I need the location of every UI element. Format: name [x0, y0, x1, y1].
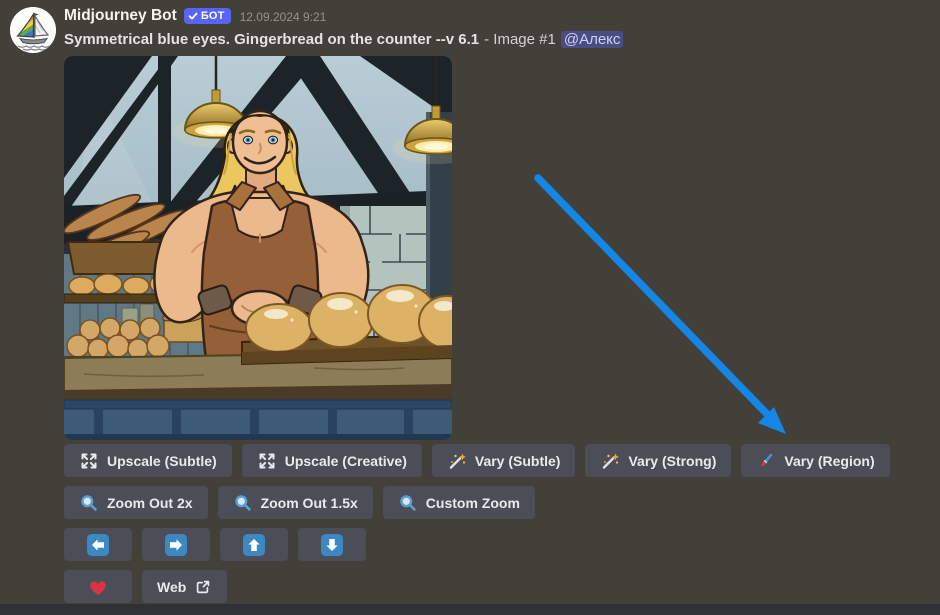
arrow-up-icon: [243, 533, 265, 556]
action-row-3: [64, 528, 924, 561]
web-button[interactable]: Web: [142, 570, 228, 603]
magnifier-icon: [400, 494, 416, 511]
button-label: Vary (Strong): [628, 452, 717, 469]
message-timestamp: 12.09.2024 9:21: [239, 10, 327, 24]
user-mention[interactable]: @Алекс: [560, 31, 624, 48]
action-row-4: Web: [64, 570, 924, 603]
message-header: Midjourney Bot БОТ 12.09.2024 9:21: [64, 5, 924, 27]
button-label: Upscale (Subtle): [107, 452, 217, 469]
magic-wand-icon: [449, 453, 466, 469]
button-label: Zoom Out 2x: [107, 494, 193, 511]
upscale-icon: [81, 453, 97, 468]
pan-left-button[interactable]: [64, 528, 132, 561]
upscale-creative-button[interactable]: Upscale (Creative): [241, 444, 422, 477]
favorite-button[interactable]: [64, 570, 132, 603]
bot-message: Midjourney Bot БОТ 12.09.2024 9:21 Symme…: [10, 5, 910, 603]
zoom-out-1-5x-button[interactable]: Zoom Out 1.5x: [217, 486, 373, 519]
pan-up-button[interactable]: [220, 528, 288, 561]
button-label: Upscale (Creative): [284, 452, 407, 469]
midjourney-avatar[interactable]: [10, 7, 56, 53]
prompt-text: Symmetrical blue eyes. Gingerbread on th…: [64, 31, 480, 48]
discord-chat-area: Midjourney Bot БОТ 12.09.2024 9:21 Symme…: [0, 0, 940, 615]
external-link-icon: [197, 580, 210, 593]
prompt-line: Symmetrical blue eyes. Gingerbread on th…: [64, 29, 924, 50]
custom-zoom-button[interactable]: Custom Zoom: [382, 486, 535, 519]
button-label: Vary (Subtle): [474, 452, 561, 469]
arrow-right-icon: [165, 533, 187, 556]
action-row-2: Zoom Out 2x Zoom Out 1.5x Custom Zoom: [64, 486, 924, 519]
vary-region-button[interactable]: Vary (Region): [741, 444, 890, 477]
bot-badge-label: БОТ: [200, 10, 225, 22]
message-input-bar[interactable]: [0, 604, 940, 615]
action-row-1: Upscale (Subtle) Upscale (Creative) Vary…: [64, 444, 924, 477]
bot-verified-badge: БОТ: [183, 8, 231, 24]
magic-wand-icon: [603, 453, 620, 469]
bakery-scene: [64, 56, 452, 440]
vary-subtle-button[interactable]: Vary (Subtle): [431, 444, 576, 477]
vary-strong-button[interactable]: Vary (Strong): [585, 444, 732, 477]
magnifier-icon: [81, 494, 97, 511]
arrow-down-icon: [321, 533, 343, 556]
image-number-text: - Image #1: [484, 31, 556, 48]
pan-right-button[interactable]: [142, 528, 210, 561]
generated-image[interactable]: [64, 56, 452, 440]
button-label: Vary (Region): [784, 452, 875, 469]
paintbrush-icon: [761, 453, 773, 466]
check-icon: [188, 12, 198, 20]
upscale-icon: [259, 453, 275, 468]
heart-icon: [90, 580, 106, 595]
button-label: Zoom Out 1.5x: [260, 494, 358, 511]
upscale-subtle-button[interactable]: Upscale (Subtle): [64, 444, 232, 477]
sailboat-icon: [10, 7, 56, 53]
magnifier-icon: [234, 494, 251, 511]
zoom-out-2x-button[interactable]: Zoom Out 2x: [64, 486, 208, 519]
pan-down-button[interactable]: [298, 528, 366, 561]
bot-name[interactable]: Midjourney Bot: [64, 7, 177, 25]
button-label: Web: [157, 578, 187, 595]
button-label: Custom Zoom: [425, 494, 520, 511]
arrow-left-icon: [87, 533, 109, 556]
